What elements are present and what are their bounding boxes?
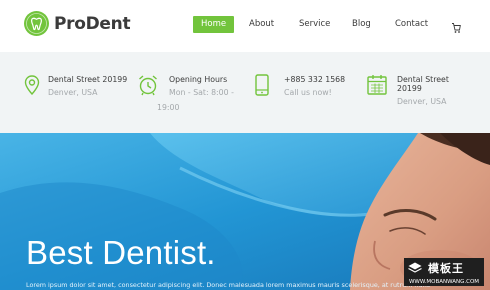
main-nav: Home About Service Blog Contact [0,16,490,34]
cart-icon[interactable] [451,19,461,33]
mobile-phone-icon [254,74,270,100]
nav-home[interactable]: Home [193,16,235,33]
site-header: ProDent Home About Service Blog Contact [0,0,490,52]
nav-service[interactable]: Service [299,16,330,33]
hours-line1: Mon - Sat: 8:00 - [169,88,234,97]
watermark: 模板王 WWW.MOBANWANG.COM [404,258,484,286]
location-pin-icon [24,75,40,99]
hours-line2: 19:00 [157,103,180,112]
alarm-clock-icon [137,74,159,100]
branch-address-line2: 20199 [397,84,422,93]
hours-title: Opening Hours [169,75,228,84]
phone-number: +885 332 1568 [284,75,346,84]
contact-info-bar: Dental Street 20199 Denver, USA Opening … [0,52,490,133]
watermark-logo-icon [408,259,422,278]
address-title: Dental Street 20199 [48,75,128,84]
branch-city: Denver, USA [397,97,447,106]
nav-contact[interactable]: Contact [395,16,428,33]
calendar-icon [366,74,388,100]
hero-text: Lorem ipsum dolor sit amet, consectetur … [26,281,430,289]
watermark-url: WWW.MOBANWANG.COM [404,278,484,286]
phone-cta: Call us now! [284,88,332,97]
watermark-cn-text: 模板王 [428,262,464,275]
branch-address-line1: Dental Street [397,75,449,84]
nav-about[interactable]: About [249,16,274,33]
nav-blog[interactable]: Blog [352,16,371,33]
watermark-badge: 模板王 [404,258,484,278]
hero-heading: Best Dentist. [26,234,216,271]
address-city: Denver, USA [48,88,98,97]
